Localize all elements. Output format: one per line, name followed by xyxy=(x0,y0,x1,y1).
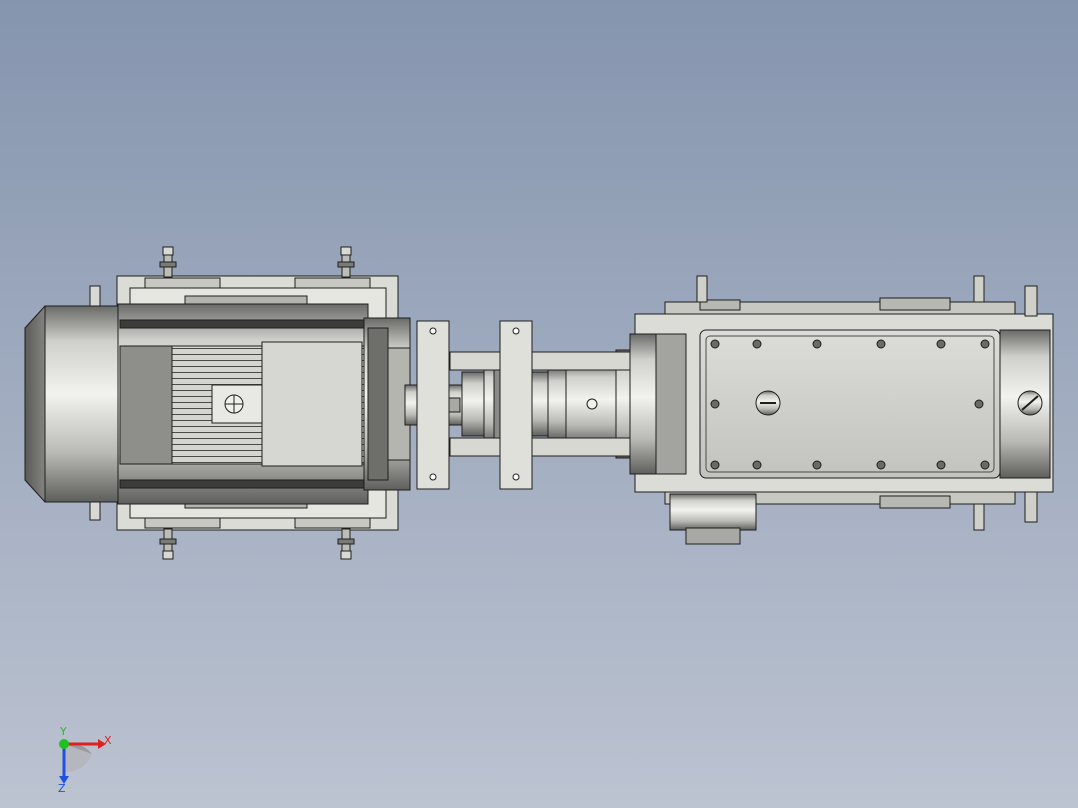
orientation-triad[interactable]: X Y Z xyxy=(40,724,120,794)
motor xyxy=(24,303,411,505)
x-axis-label: X xyxy=(104,734,112,747)
gearbox xyxy=(629,275,1054,545)
y-axis-label: Y xyxy=(59,725,67,738)
z-axis-label: Z xyxy=(58,782,66,794)
cad-viewport[interactable]: X Y Z xyxy=(0,0,1078,808)
y-axis-dot xyxy=(59,739,69,749)
assembly-model[interactable] xyxy=(0,0,1078,808)
